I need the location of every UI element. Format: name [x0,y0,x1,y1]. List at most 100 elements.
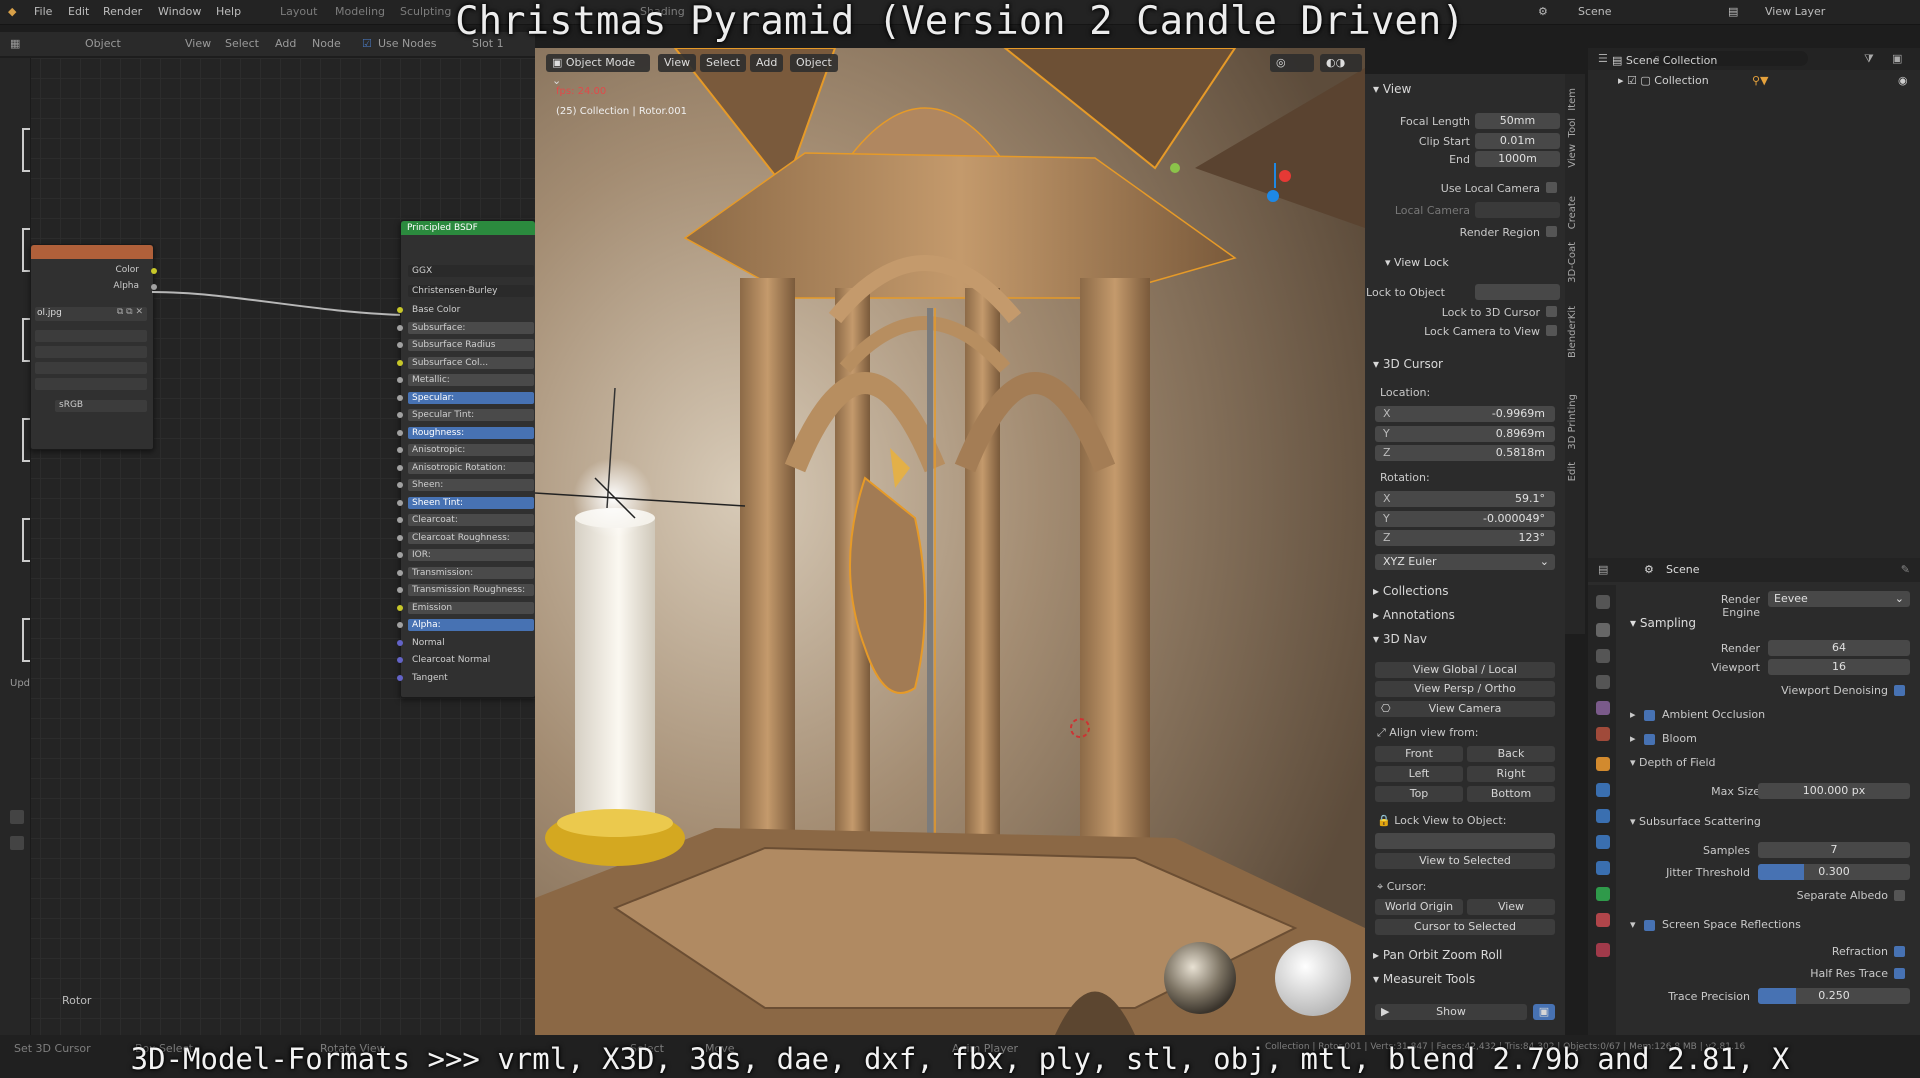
view-toggle-icon[interactable] [10,810,24,824]
lock-to-3d-cursor-checkbox[interactable] [1546,306,1557,317]
bsdf-input-row[interactable]: Transmission Roughness: [408,584,534,596]
distribution-dropdown[interactable]: GGX [408,265,534,277]
input-socket[interactable] [397,412,403,418]
tool-tab-icon[interactable] [1596,595,1610,609]
bsdf-input-row[interactable]: Tangent [408,672,534,684]
half-res-trace-checkbox[interactable] [1894,968,1905,979]
render-tab-icon[interactable] [1596,623,1610,637]
view-layer-icon[interactable]: ▤ [1728,5,1738,18]
bsdf-input-row[interactable]: Anisotropic Rotation: [408,461,534,474]
viewport-samples-field[interactable]: 16 [1768,659,1910,675]
view-to-selected-button[interactable]: View to Selected [1375,853,1555,869]
node-view-menu[interactable]: View [185,37,211,50]
cursor-rot-y-field[interactable]: Y -0.000049° [1375,510,1555,527]
input-socket[interactable] [397,517,403,523]
menu-help[interactable]: Help [216,5,241,18]
sidebar-tab-3d-printing[interactable]: 3D Printing [1567,394,1583,450]
bsdf-input-row[interactable]: Specular: [408,391,534,404]
measureit-show-button[interactable]: ▶ Show [1375,1004,1527,1020]
bloom-checkbox[interactable] [1644,734,1655,745]
input-socket[interactable] [397,394,403,401]
ambient-occlusion-panel[interactable]: ▸ [1630,708,1636,721]
overlays-icon[interactable]: ◎ [1270,54,1314,72]
3d-nav-section[interactable]: ▾ 3D Nav [1373,632,1427,646]
bsdf-input-row[interactable]: Clearcoat Normal [408,654,534,666]
sss-samples-field[interactable]: 7 [1758,842,1910,858]
eye-icon[interactable]: ◉ [1898,74,1908,87]
bsdf-input-row[interactable]: Sheen: [408,479,534,491]
bsdf-input-row[interactable]: Specular Tint: [408,409,534,421]
bsdf-input-row[interactable]: Emission [408,601,534,614]
tab-layout[interactable]: Layout [280,5,317,18]
view-lock-header[interactable]: ▾ View Lock [1385,256,1449,269]
input-socket[interactable] [397,499,403,506]
mode-dropdown[interactable]: ▣ Object Mode ⌄ [546,54,650,87]
view-camera-button[interactable]: ⎔ View Camera [1375,701,1555,717]
image-actions-icon[interactable]: ⧉ ⧉ ✕ [117,307,143,317]
sidebar-tab-item[interactable]: Item [1567,88,1583,111]
input-socket[interactable] [397,377,403,383]
depth-of-field-panel[interactable]: ▾ Depth of Field [1630,756,1716,769]
bsdf-input-row[interactable]: Normal [408,637,534,649]
world-origin-button[interactable]: World Origin [1375,899,1463,915]
tab-shading[interactable]: Shading [640,5,685,18]
sidebar-tab-3d-coat[interactable]: 3D-Coat [1567,242,1583,283]
bsdf-input-row[interactable]: Sheen Tint: [408,496,534,509]
ambient-occlusion-checkbox[interactable] [1644,710,1655,721]
save-icon[interactable]: ▣ [1533,1004,1555,1020]
shading-modes-icon[interactable]: ◐◑ [1320,54,1362,72]
ssr-checkbox[interactable] [1644,920,1655,931]
collections-section[interactable]: ▸ Collections [1373,584,1448,598]
image-texture-node[interactable]: Color Alpha ol.jpg ⧉ ⧉ ✕ sRGB [30,244,157,450]
align-top-button[interactable]: Top [1375,786,1463,802]
bsdf-input-row[interactable]: Anisotropic: [408,444,534,456]
node-object-dropdown[interactable]: Object [85,37,121,50]
use-local-camera-checkbox[interactable] [1546,182,1557,193]
bsdf-input-row[interactable]: IOR: [408,549,534,561]
interpolation-dropdown[interactable] [35,330,147,342]
blender-logo-icon[interactable]: ◆ [8,5,16,18]
colorspace-dropdown[interactable]: sRGB [55,400,147,412]
focal-length-field[interactable]: 50mm [1475,113,1560,129]
bsdf-input-row[interactable]: Transmission: [408,566,534,579]
3d-cursor-section-header[interactable]: ▾ 3D Cursor [1373,357,1443,371]
filter-icon[interactable]: ⧩ [1864,52,1874,66]
align-right-button[interactable]: Right [1467,766,1555,782]
pin-icon[interactable]: ✎ [1901,563,1910,576]
output-tab-icon[interactable] [1596,649,1610,663]
principled-bsdf-node[interactable]: Principled BSDF GGX Christensen-Burley B… [397,220,536,698]
menu-edit[interactable]: Edit [68,5,89,18]
view-layer-tab-icon[interactable] [1596,675,1610,689]
menu-window[interactable]: Window [158,5,201,18]
align-left-button[interactable]: Left [1375,766,1463,782]
input-socket[interactable] [397,447,403,453]
render-samples-field[interactable]: 64 [1768,640,1910,656]
physics-tab-icon[interactable] [1596,835,1610,849]
lock-camera-to-view-checkbox[interactable] [1546,325,1557,336]
bsdf-input-row[interactable]: Subsurface Radius [408,339,534,351]
extension-dropdown[interactable] [35,362,147,374]
subsurface-method-dropdown[interactable]: Christensen-Burley [408,285,534,297]
cursor-loc-y-field[interactable]: Y 0.8969m [1375,425,1555,442]
cursor-loc-x-field[interactable]: X -0.9969m [1375,406,1555,422]
new-collection-icon[interactable]: ▣ [1892,52,1902,65]
slot-dropdown[interactable]: Slot 1 [472,37,504,50]
editor-type-icon[interactable]: ▦ [10,37,20,50]
view-section-header[interactable]: ▾ View [1373,82,1411,96]
input-socket[interactable] [397,324,403,331]
subsurface-scattering-panel[interactable]: ▾ Subsurface Scattering [1630,815,1761,828]
annotations-section[interactable]: ▸ Annotations [1373,608,1455,622]
bsdf-input-row[interactable]: Roughness: [408,426,534,439]
sidebar-tab-tool[interactable]: Tool [1567,118,1583,137]
constraints-tab-icon[interactable] [1596,861,1610,875]
input-socket[interactable] [397,622,403,628]
viewport-view-menu[interactable]: View [658,54,697,72]
input-socket[interactable] [397,674,403,681]
sampling-panel[interactable]: ▾ Sampling [1630,616,1696,630]
lock-to-object-field[interactable] [1475,284,1560,300]
input-socket[interactable] [397,342,403,348]
object-filter-icons[interactable]: ⚲▼ [1752,74,1769,87]
bsdf-input-row[interactable]: Alpha: [408,619,534,631]
particles-tab-icon[interactable] [1596,809,1610,823]
refraction-checkbox[interactable] [1894,946,1905,957]
